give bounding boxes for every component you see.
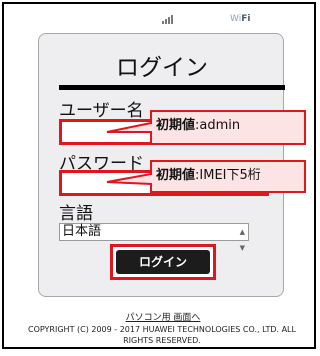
language-select[interactable]: 日本語 ▲ ▼ <box>59 223 249 252</box>
username-label: ユーザー名 <box>59 101 144 121</box>
status-bar: WiFi <box>4 4 314 30</box>
wifi-icon: WiFi <box>230 13 250 25</box>
chevron-down-icon: ▲ ▼ <box>239 228 245 252</box>
language-label: 言語 <box>59 204 93 224</box>
title-divider <box>59 85 285 90</box>
login-panel: ログイン ユーザー名 パスワード 言語 日本語 ▲ ▼ ログイン <box>38 33 285 297</box>
username-callout-heading: 初期値 <box>156 118 196 133</box>
wifi-prefix: Wi <box>230 14 242 24</box>
password-callout-heading: 初期値 <box>156 168 196 183</box>
login-button[interactable]: ログイン <box>116 250 210 274</box>
login-button-highlight: ログイン <box>110 244 216 280</box>
device-screen: WiFi ログイン ユーザー名 パスワード 言語 日本語 ▲ ▼ ログイン 初期値… <box>2 2 316 349</box>
signal-bars-icon <box>162 14 174 24</box>
password-callout-value: :IMEI下5桁 <box>195 168 261 183</box>
language-selected-value: 日本語 <box>62 224 102 239</box>
pc-view-link[interactable]: パソコン用 画面へ <box>4 310 320 323</box>
wifi-suffix: Fi <box>241 14 251 24</box>
page-title: ログイン <box>116 55 208 81</box>
password-callout: 初期値:IMEI下5桁 <box>156 168 261 184</box>
username-callout-value: :admin <box>195 118 241 133</box>
username-callout: 初期値:admin <box>156 118 240 134</box>
copyright-text: COPYRIGHT (C) 2009 - 2017 HUAWEI TECHNOL… <box>28 325 296 345</box>
